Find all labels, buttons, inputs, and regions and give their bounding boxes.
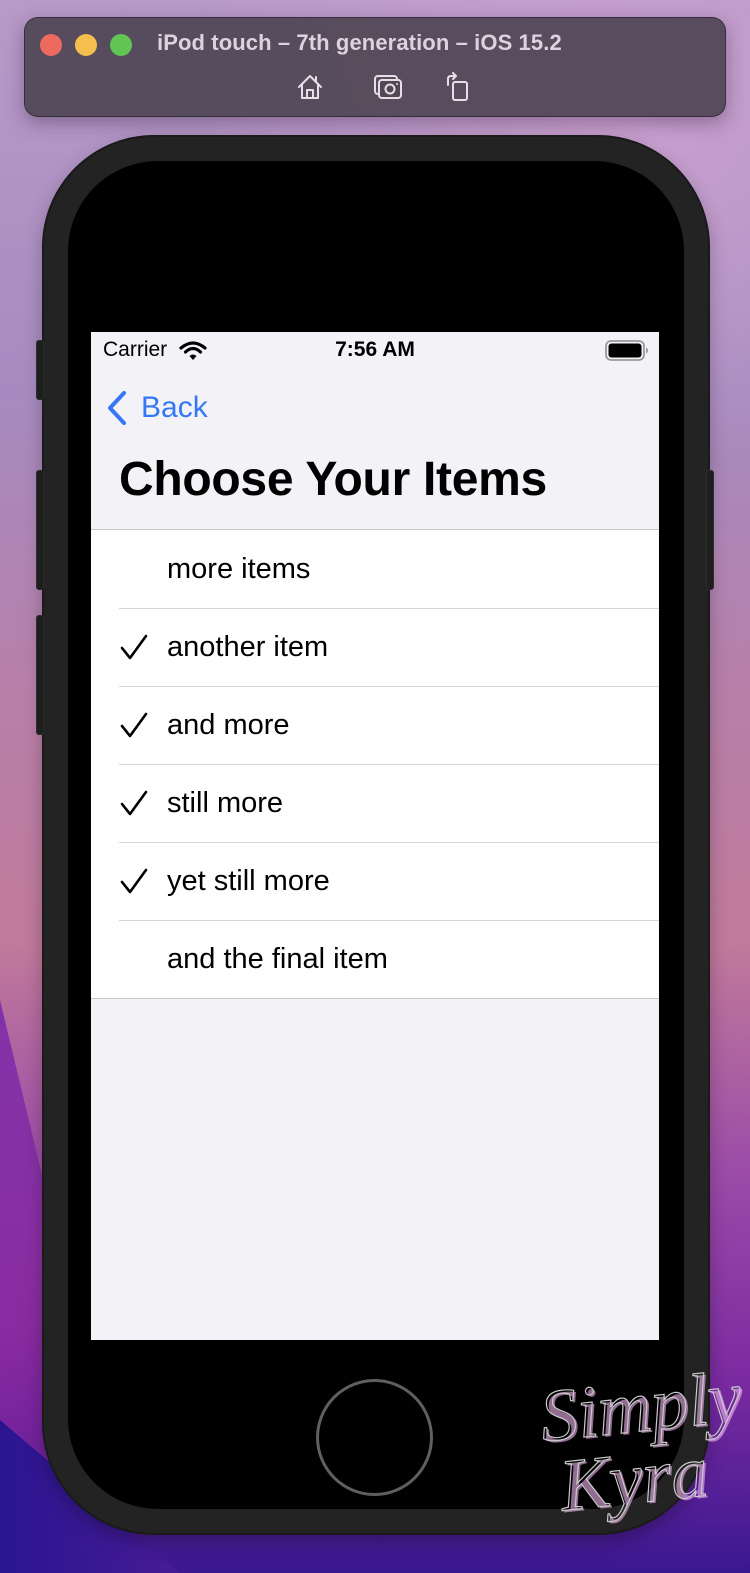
list-item[interactable]: and the final item — [91, 920, 659, 998]
list-item-label: and more — [167, 708, 290, 741]
back-button[interactable]: Back — [105, 388, 208, 428]
checkmark-icon — [119, 866, 149, 896]
window-close-button[interactable] — [40, 34, 62, 56]
list-item-label: more items — [167, 552, 311, 585]
list-item[interactable]: still more — [91, 764, 659, 842]
battery-icon — [605, 340, 648, 361]
list-item-label: yet still more — [167, 864, 330, 897]
device-screen: Carrier 7:56 AM Back Choose Your Items m… — [91, 332, 659, 1340]
list-item-label: still more — [167, 786, 284, 819]
simulator-window-toolbar: iPod touch – 7th generation – iOS 15.2 — [24, 17, 726, 117]
chevron-left-icon — [108, 391, 126, 425]
screenshot-icon — [374, 75, 402, 99]
power-button[interactable] — [706, 470, 714, 590]
list-item-label: another item — [167, 630, 329, 663]
status-bar: Carrier 7:56 AM — [91, 332, 659, 370]
rotate-icon — [447, 72, 468, 101]
volume-down-button[interactable] — [36, 615, 44, 735]
window-zoom-button[interactable] — [110, 34, 132, 56]
mute-switch[interactable] — [36, 340, 44, 400]
items-list: more items another item and more still m… — [91, 529, 659, 999]
home-toolbar-button[interactable] — [295, 72, 325, 102]
window-minimize-button[interactable] — [75, 34, 97, 56]
device-home-button[interactable] — [316, 1379, 433, 1496]
list-item[interactable]: and more — [91, 686, 659, 764]
simulator-title: iPod touch – 7th generation – iOS 15.2 — [157, 30, 562, 55]
home-icon — [298, 75, 322, 99]
checkmark-icon — [119, 632, 149, 662]
rotate-toolbar-button[interactable] — [443, 72, 473, 102]
watermark: Simply Kyra — [520, 1355, 746, 1555]
list-item[interactable]: yet still more — [91, 842, 659, 920]
list-item[interactable]: another item — [91, 608, 659, 686]
checkmark-icon — [119, 710, 149, 740]
back-button-label: Back — [141, 391, 208, 424]
checkmark-icon — [119, 788, 149, 818]
volume-up-button[interactable] — [36, 470, 44, 590]
page-title: Choose Your Items — [119, 453, 547, 506]
watermark-line-2: Kyra — [555, 1430, 712, 1528]
list-item[interactable]: more items — [91, 530, 659, 608]
status-time: 7:56 AM — [335, 338, 415, 361]
list-item-label: and the final item — [167, 942, 388, 975]
screenshot-toolbar-button[interactable] — [373, 72, 403, 102]
